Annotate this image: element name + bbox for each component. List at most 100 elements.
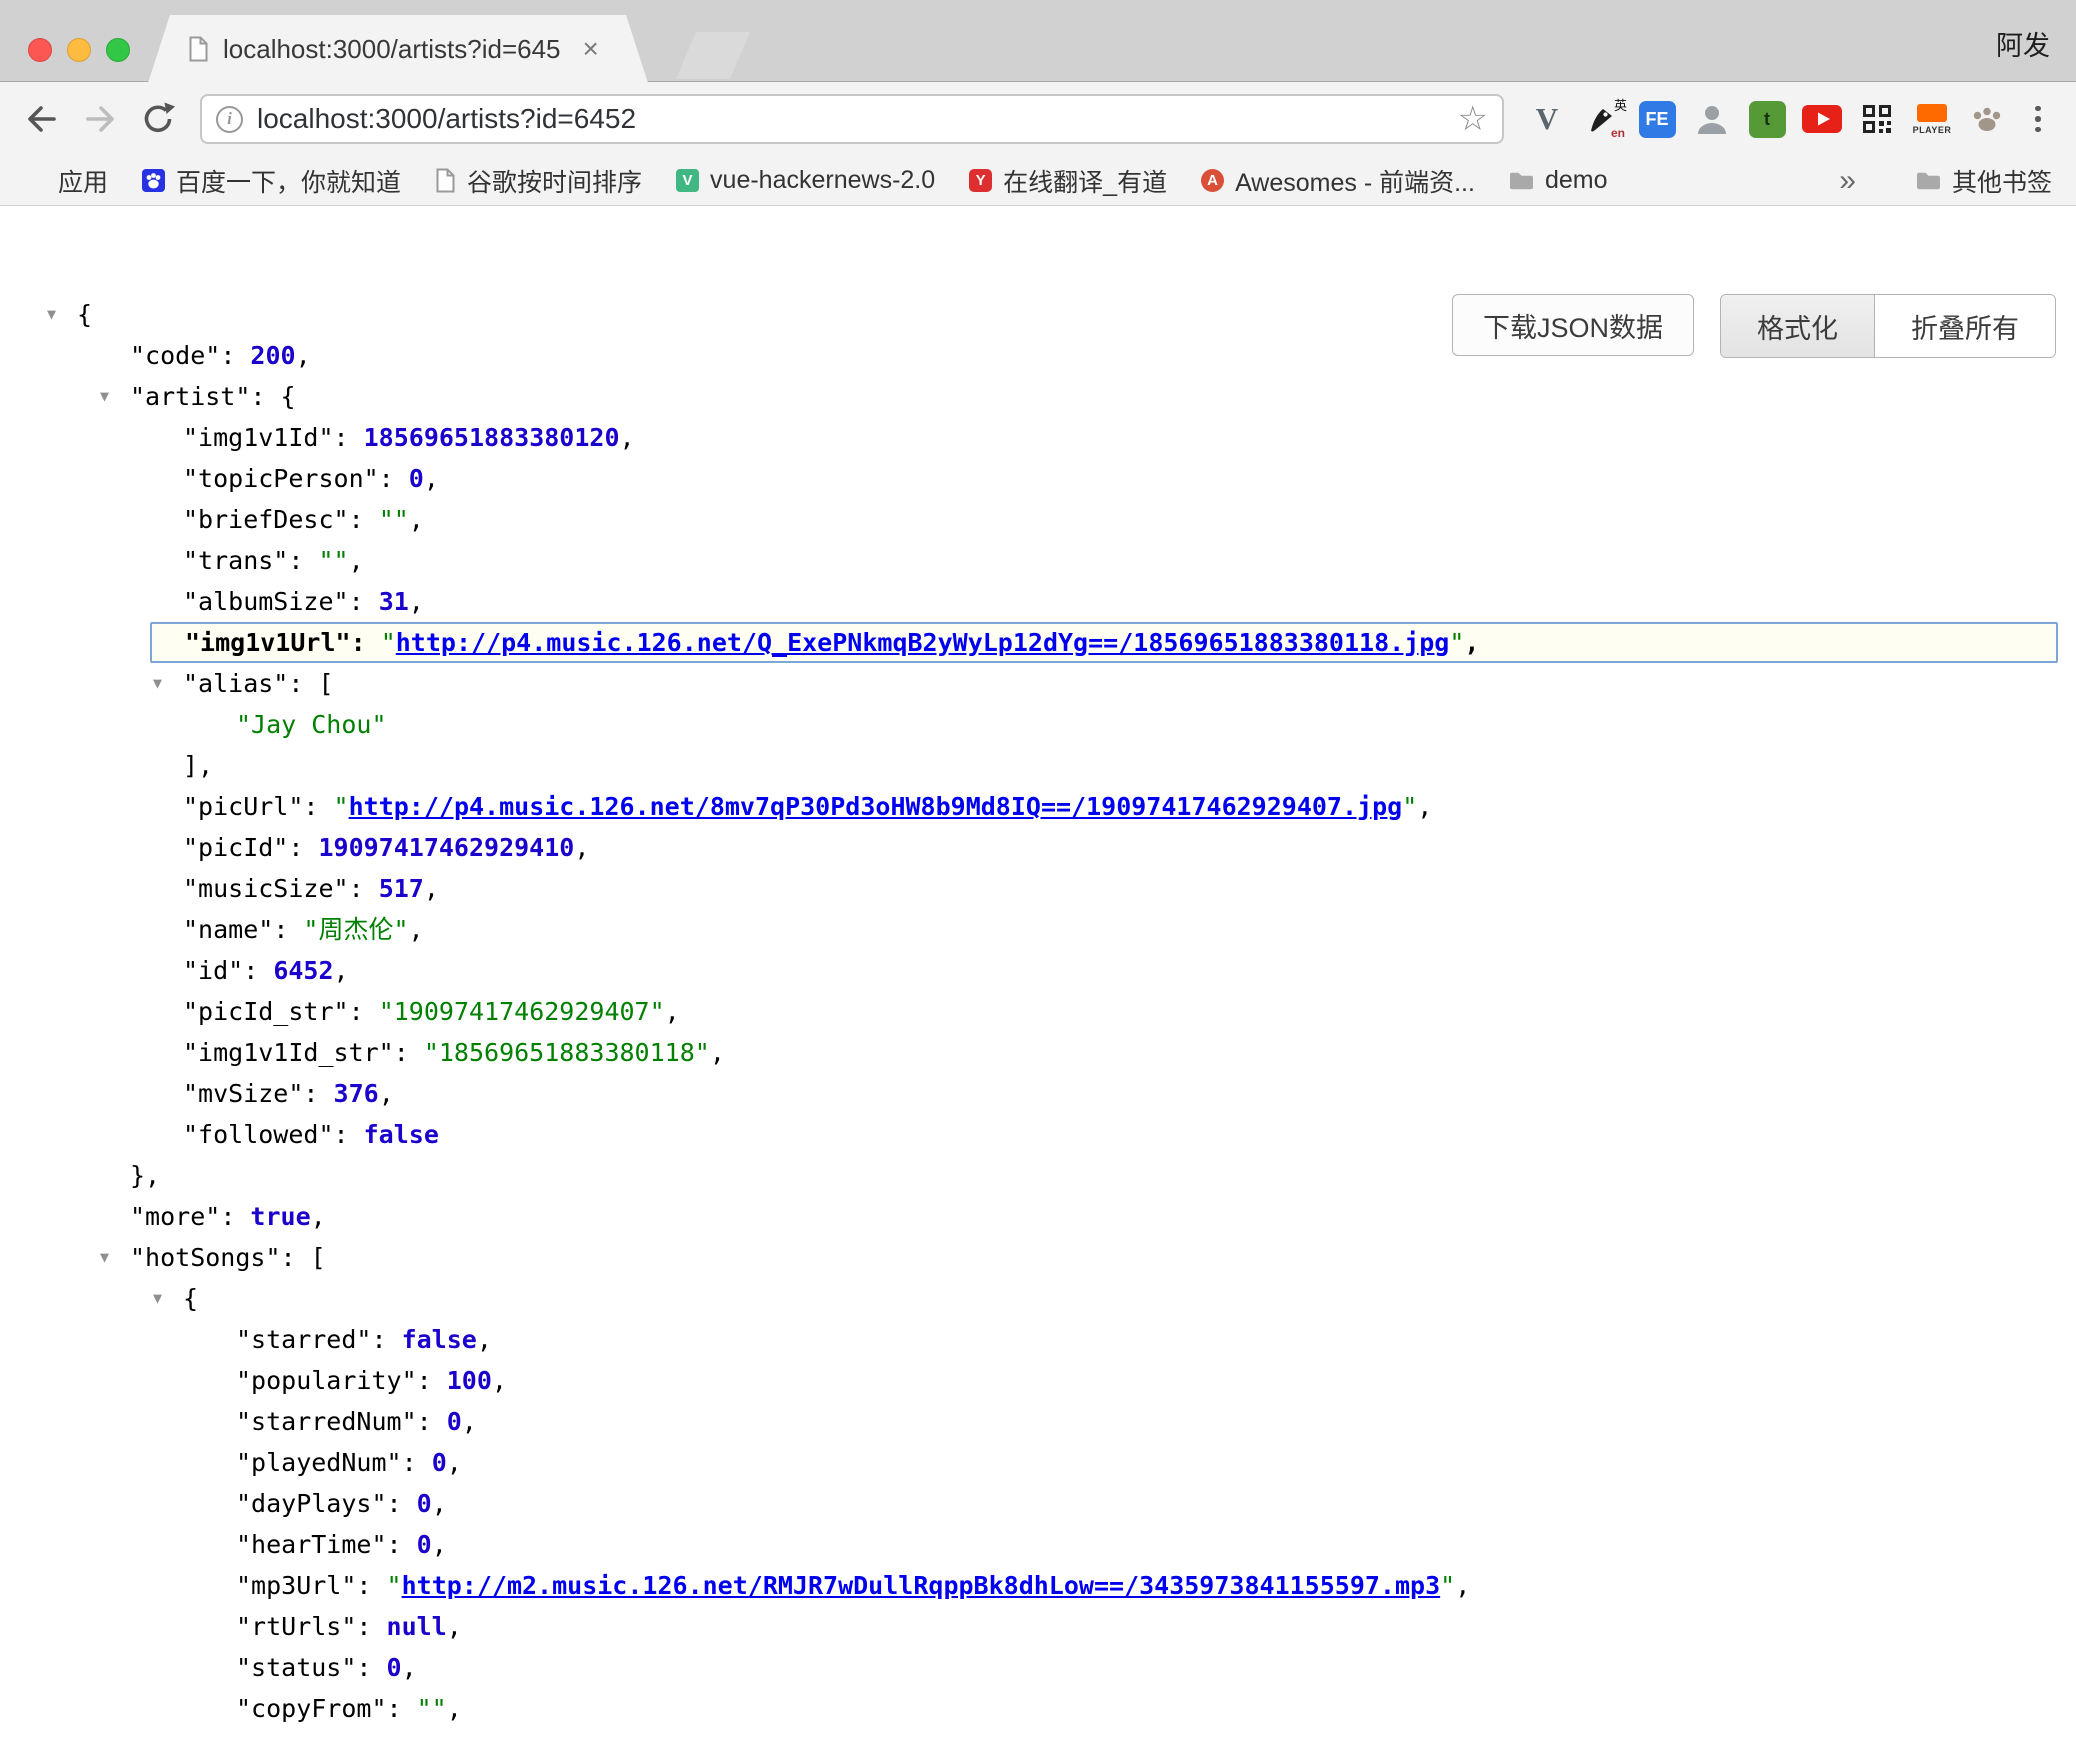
json-line: "id": 6452, bbox=[0, 950, 2076, 991]
collapse-toggle-icon[interactable]: ▼ bbox=[100, 376, 126, 417]
json-token-q: " bbox=[381, 628, 396, 657]
bookmark-item[interactable]: 应用 bbox=[24, 163, 108, 199]
json-token-q: " bbox=[1449, 628, 1464, 657]
collapse-toggle-icon[interactable]: ▼ bbox=[153, 663, 179, 704]
other-bookmarks-folder[interactable]: 其他书签 bbox=[1916, 163, 2052, 199]
omnibox[interactable]: localhost:3000/artists?id=6452 ☆ bbox=[200, 94, 1504, 144]
reload-button[interactable] bbox=[132, 93, 184, 145]
json-token-p: : bbox=[356, 1653, 386, 1682]
translate-extension-button[interactable]: 英en bbox=[1579, 94, 1625, 144]
url-text[interactable]: localhost:3000/artists?id=6452 bbox=[257, 103, 1444, 135]
collapse-toggle-icon[interactable]: ▼ bbox=[47, 294, 73, 335]
bookmark-label: demo bbox=[1545, 166, 1608, 195]
paw-extension-button[interactable] bbox=[1964, 94, 2010, 144]
bookmark-item[interactable]: 谷歌按时间排序 bbox=[435, 163, 642, 199]
vimium-extension-button[interactable]: V bbox=[1524, 94, 1570, 144]
json-line: "briefDesc": "", bbox=[0, 499, 2076, 540]
bookmark-item[interactable]: 百度一下，你就知道 bbox=[142, 163, 401, 199]
back-button[interactable] bbox=[16, 93, 68, 145]
json-token-k: "followed" bbox=[183, 1120, 334, 1149]
new-tab-button[interactable] bbox=[676, 32, 750, 79]
json-line: "img1v1Id": 18569651883380120, bbox=[0, 417, 2076, 458]
json-token-s: "" bbox=[417, 1694, 447, 1723]
fehelper-extension-button[interactable]: FE bbox=[1634, 94, 1680, 144]
bookmark-star-icon[interactable]: ☆ bbox=[1458, 102, 1488, 136]
json-token-q: " bbox=[1402, 792, 1417, 821]
json-token-k: "popularity" bbox=[236, 1366, 417, 1395]
json-url-link[interactable]: http://m2.music.126.net/RMJR7wDullRqppBk… bbox=[402, 1571, 1441, 1600]
profile-name[interactable]: 阿发 bbox=[1996, 24, 2050, 63]
bookmark-label: 应用 bbox=[58, 163, 108, 199]
json-tree: ▼{"code": 200,▼"artist": {"img1v1Id": 18… bbox=[0, 206, 2076, 1729]
json-token-s: "周杰伦" bbox=[303, 915, 408, 944]
json-token-n: 0 bbox=[417, 1489, 432, 1518]
baidu-icon bbox=[142, 169, 165, 192]
json-token-p: , bbox=[447, 1448, 462, 1477]
json-token-p: : bbox=[288, 833, 318, 862]
bookmark-item[interactable]: AAwesomes - 前端资... bbox=[1201, 163, 1475, 199]
json-line: }, bbox=[0, 1155, 2076, 1196]
json-token-p: : bbox=[303, 792, 333, 821]
minimize-window-button[interactable] bbox=[67, 38, 91, 62]
json-token-p: , bbox=[447, 1694, 462, 1723]
json-token-k: "id" bbox=[183, 956, 243, 985]
bookmark-items: 应用 百度一下，你就知道谷歌按时间排序 Vvue-hackernews-2.0 Y在线… bbox=[24, 163, 1608, 199]
folder-icon bbox=[1509, 170, 1534, 191]
json-token-q: " bbox=[387, 1571, 402, 1600]
json-token-k: "albumSize" bbox=[183, 587, 349, 616]
tampermonkey-extension-button[interactable]: t bbox=[1744, 94, 1790, 144]
format-button[interactable]: 格式化 bbox=[1721, 295, 1874, 357]
json-token-s: "19097417462929407" bbox=[379, 997, 665, 1026]
json-token-n: 376 bbox=[334, 1079, 379, 1108]
json-url-link[interactable]: http://p4.music.126.net/8mv7qP30Pd3oHW8b… bbox=[349, 792, 1403, 821]
qrcode-extension-button[interactable] bbox=[1854, 94, 1900, 144]
player-extension-button[interactable]: PLAYER bbox=[1909, 94, 1955, 144]
vimium-v-icon: V bbox=[1536, 101, 1558, 137]
json-line: ▼"artist": { bbox=[0, 376, 2076, 417]
json-line: ▼"alias": [ bbox=[0, 663, 2076, 704]
json-token-k: "hearTime" bbox=[236, 1530, 387, 1559]
json-token-p: : bbox=[394, 1038, 424, 1067]
profile-extension-button[interactable] bbox=[1689, 94, 1735, 144]
json-token-p: , bbox=[424, 464, 439, 493]
json-token-p: , bbox=[424, 874, 439, 903]
bookmark-item[interactable]: Y在线翻译_有道 bbox=[969, 163, 1167, 199]
bookmark-label: 百度一下，你就知道 bbox=[176, 163, 401, 199]
json-token-p: , bbox=[349, 546, 364, 575]
json-line: "picUrl": "http://p4.music.126.net/8mv7q… bbox=[0, 786, 2076, 827]
collapse-all-button[interactable]: 折叠所有 bbox=[1874, 295, 2055, 357]
json-token-k: "more" bbox=[130, 1202, 220, 1231]
json-token-k: "starredNum" bbox=[236, 1407, 417, 1436]
json-token-n: 517 bbox=[379, 874, 424, 903]
json-url-link[interactable]: http://p4.music.126.net/Q_ExePNkmqB2yWyL… bbox=[396, 628, 1450, 657]
video-player-icon: PLAYER bbox=[1913, 104, 1952, 135]
json-token-p: : bbox=[288, 546, 318, 575]
json-line: "topicPerson": 0, bbox=[0, 458, 2076, 499]
bookmark-item[interactable]: Vvue-hackernews-2.0 bbox=[676, 166, 935, 195]
json-token-p: { bbox=[77, 300, 92, 329]
page-info-icon[interactable] bbox=[216, 106, 243, 133]
view-mode-toggle: 格式化 折叠所有 bbox=[1720, 294, 2056, 358]
forward-button[interactable] bbox=[74, 93, 126, 145]
json-line: ▼"hotSongs": [ bbox=[0, 1237, 2076, 1278]
browser-tab[interactable]: localhost:3000/artists?id=645 × bbox=[148, 15, 648, 83]
tab-close-icon[interactable]: × bbox=[583, 35, 599, 63]
youtube-extension-button[interactable] bbox=[1799, 94, 1845, 144]
json-token-p: , bbox=[492, 1366, 507, 1395]
zoom-window-button[interactable] bbox=[106, 38, 130, 62]
json-token-n: 100 bbox=[447, 1366, 492, 1395]
bookmarks-overflow-chevron[interactable]: » bbox=[1829, 164, 1866, 198]
json-token-p: : bbox=[387, 1489, 417, 1518]
json-token-p: : bbox=[273, 915, 303, 944]
json-token-p: , bbox=[447, 1612, 462, 1641]
close-window-button[interactable] bbox=[28, 38, 52, 62]
bookmarks-bar: 应用 百度一下，你就知道谷歌按时间排序 Vvue-hackernews-2.0 Y在线… bbox=[0, 156, 2076, 206]
browser-menu-button[interactable] bbox=[2016, 97, 2060, 141]
json-token-k: "copyFrom" bbox=[236, 1694, 387, 1723]
json-token-k: "img1v1Url" bbox=[185, 628, 351, 657]
download-json-button[interactable]: 下载JSON数据 bbox=[1452, 294, 1694, 356]
collapse-toggle-icon[interactable]: ▼ bbox=[153, 1278, 179, 1319]
collapse-toggle-icon[interactable]: ▼ bbox=[100, 1237, 126, 1278]
json-token-p: : bbox=[371, 1325, 401, 1354]
bookmark-item[interactable]: demo bbox=[1509, 166, 1608, 195]
